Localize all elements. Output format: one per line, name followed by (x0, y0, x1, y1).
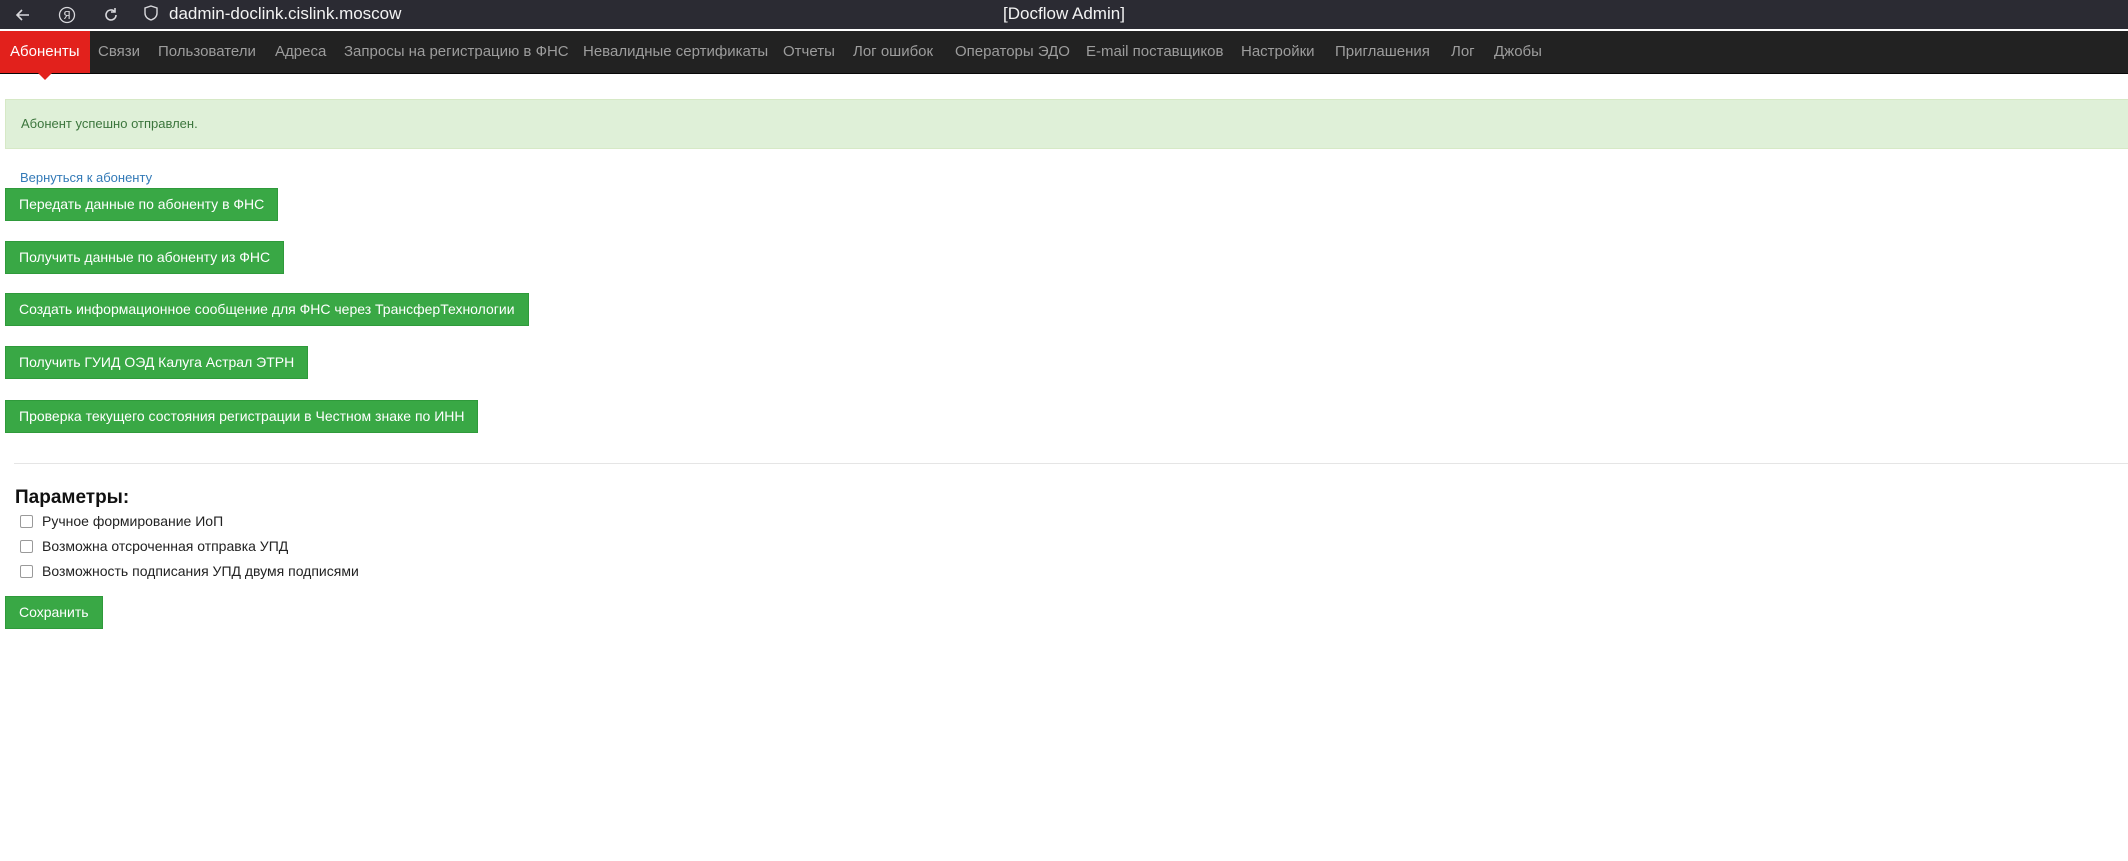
nav-item-edo-operators[interactable]: Операторы ЭДО (955, 31, 1070, 73)
option-label: Ручное формирование ИоП (42, 513, 224, 529)
option-label: Возможна отсроченная отправка УПД (42, 538, 289, 554)
nav-item-jobs[interactable]: Джобы (1494, 31, 1542, 73)
nav-item-log[interactable]: Лог (1451, 31, 1475, 73)
nav-item-invalid-certificates[interactable]: Невалидные сертификаты (583, 31, 768, 73)
option-dual-signature-upd[interactable]: Возможность подписания УПД двумя подпися… (20, 561, 359, 581)
create-fns-info-message-button[interactable]: Создать информационное сообщение для ФНС… (5, 293, 529, 326)
main-navbar: Абоненты Связи Пользователи Адреса Запро… (0, 31, 2128, 80)
deferred-upd-checkbox[interactable] (20, 539, 33, 553)
nav-item-fns-registration-requests[interactable]: Запросы на регистрацию в ФНС (344, 31, 569, 73)
success-alert: Абонент успешно отправлен. (5, 99, 2128, 149)
send-to-fns-button[interactable]: Передать данные по абоненту в ФНС (5, 188, 279, 221)
get-from-fns-button[interactable]: Получить данные по абоненту из ФНС (5, 241, 285, 274)
get-guid-astral-button[interactable]: Получить ГУИД ОЭД Калуга Астрал ЭТРН (5, 346, 309, 379)
alert-message: Абонент успешно отправлен. (21, 116, 198, 131)
nav-item-error-log[interactable]: Лог ошибок (853, 31, 933, 73)
option-manual-iop[interactable]: Ручное формирование ИоП (20, 511, 223, 531)
params-heading: Параметры: (15, 487, 130, 508)
section-divider (14, 463, 2128, 464)
browser-toolbar: Я dadmin-doclink.cislink.moscow [Docflow… (0, 0, 2128, 29)
nav-item-invitations[interactable]: Приглашения (1335, 31, 1430, 73)
browser-page-title: [Docflow Admin] (1003, 4, 1125, 23)
nav-item-reports[interactable]: Отчеты (783, 31, 835, 73)
check-chestny-znak-button[interactable]: Проверка текущего состояния регистрации … (5, 400, 479, 433)
back-to-subscriber-link[interactable]: Вернуться к абоненту (20, 170, 152, 186)
option-deferred-upd[interactable]: Возможна отсроченная отправка УПД (20, 536, 288, 556)
nav-item-addresses[interactable]: Адреса (275, 31, 326, 73)
nav-item-users[interactable]: Пользователи (158, 31, 256, 73)
nav-item-supplier-emails[interactable]: E-mail поставщиков (1086, 31, 1223, 73)
manual-iop-checkbox[interactable] (20, 514, 33, 528)
nav-item-links[interactable]: Связи (98, 31, 140, 73)
dual-signature-upd-checkbox[interactable] (20, 564, 33, 578)
save-button[interactable]: Сохранить (5, 596, 103, 629)
nav-item-settings[interactable]: Настройки (1241, 31, 1315, 73)
option-label: Возможность подписания УПД двумя подпися… (42, 563, 359, 579)
nav-item-subscribers[interactable]: Абоненты (0, 31, 90, 80)
